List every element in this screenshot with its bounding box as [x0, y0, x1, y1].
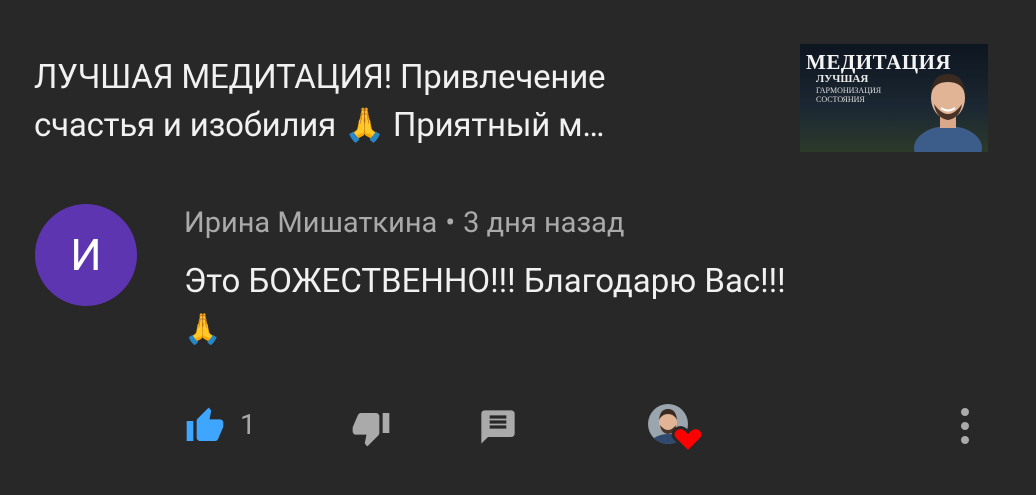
creator-heart[interactable] — [646, 402, 706, 456]
comment-author[interactable]: Ирина Мишаткина — [184, 206, 437, 240]
comment-meta: Ирина Мишаткина • 3 дня назад — [184, 206, 624, 240]
thumbnail-sub2: ГАРМОНИЗАЦИЯ СОСТОЯНИЯ — [816, 86, 882, 104]
video-title-line-2: счастья и изобилия 🙏 Приятный м… — [34, 106, 605, 145]
thumbnail-sub1: ЛУЧШАЯ — [816, 73, 869, 85]
comment-text: Это БОЖЕСТВЕННО!!! Благодарю Вас!!! 🙏 — [184, 258, 944, 354]
thumbnail-person-image — [914, 74, 982, 152]
like-button[interactable] — [184, 406, 226, 446]
video-title[interactable]: ЛУЧШАЯ МЕДИТАЦИЯ! Привлечение счастья и … — [34, 54, 754, 150]
avatar-letter: И — [70, 229, 102, 281]
comment-actions: 1 — [0, 398, 1036, 458]
comment-time[interactable]: 3 дня назад — [463, 206, 624, 240]
more-options-button[interactable] — [957, 404, 973, 448]
thumbs-down-icon — [352, 413, 390, 447]
comment-text-line-2: 🙏 — [184, 312, 222, 347]
dislike-button[interactable] — [350, 408, 392, 448]
video-title-line-1: ЛУЧШАЯ МЕДИТАЦИЯ! Привлечение — [34, 58, 606, 97]
meta-separator: • — [445, 206, 456, 240]
reply-icon — [481, 410, 515, 444]
video-thumbnail[interactable]: МЕДИТАЦИЯ ЛУЧШАЯ ГАРМОНИЗАЦИЯ СОСТОЯНИЯ — [800, 44, 988, 152]
commenter-avatar[interactable]: И — [35, 204, 137, 306]
reply-button[interactable] — [478, 406, 518, 448]
more-vert-icon — [961, 408, 969, 444]
comment-text-line-1: Это БОЖЕСТВЕННО!!! Благодарю Вас!!! — [184, 262, 786, 301]
creator-heart-icon — [648, 404, 705, 455]
thumbs-up-icon — [186, 407, 224, 441]
like-count: 1 — [240, 408, 256, 441]
